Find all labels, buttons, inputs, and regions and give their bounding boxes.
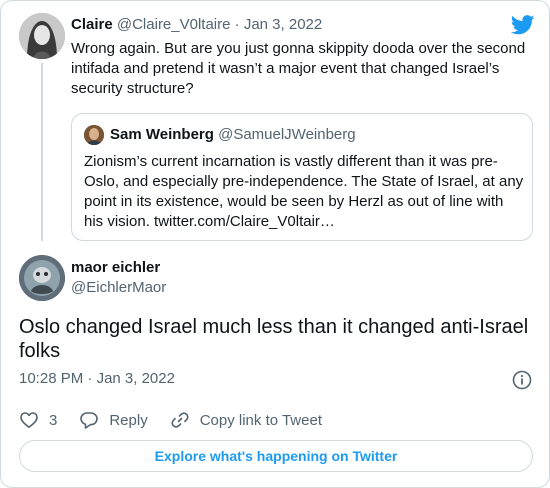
like-button[interactable]: 3 — [19, 410, 57, 430]
main-tweet-timestamp[interactable]: 10:28 PM · Jan 3, 2022 — [19, 370, 175, 387]
quoted-tweet[interactable]: Sam Weinberg @SamuelJWeinberg Zionism’s … — [71, 113, 533, 241]
link-icon — [171, 412, 189, 428]
quoted-author-handle: @SamuelJWeinberg — [218, 126, 356, 143]
speech-bubble-icon — [80, 412, 99, 429]
avatar-claire[interactable] — [19, 13, 65, 59]
parent-tweet-header: Claire @Claire_V0ltaire · Jan 3, 2022 — [71, 16, 322, 33]
parent-author-handle[interactable]: @Claire_V0ltaire — [117, 16, 231, 33]
twitter-bird-icon[interactable] — [511, 15, 535, 35]
thread-connector-line — [41, 63, 43, 241]
main-tweet-time: 10:28 PM — [19, 370, 84, 387]
parent-author-name[interactable]: Claire — [71, 16, 113, 33]
explore-twitter-button[interactable]: Explore what's happening on Twitter — [19, 440, 533, 472]
parent-date[interactable]: Jan 3, 2022 — [244, 16, 322, 33]
avatar-sam-weinberg — [84, 125, 104, 145]
main-author-name[interactable]: maor eichler — [71, 259, 160, 276]
reply-label: Reply — [109, 411, 148, 429]
quoted-tweet-header: Sam Weinberg @SamuelJWeinberg — [110, 126, 356, 143]
avatar-maor-eichler[interactable] — [19, 255, 65, 301]
parent-separator: · — [234, 16, 240, 33]
like-count: 3 — [49, 411, 58, 429]
main-tweet-text: Oslo changed Israel much less than it ch… — [19, 316, 529, 362]
quoted-author-name: Sam Weinberg — [110, 126, 214, 143]
embedded-tweet-card: Claire @Claire_V0ltaire · Jan 3, 2022 Wr… — [0, 0, 550, 488]
tweet-actions: 3 Reply Copy link to Tweet — [19, 407, 322, 433]
quoted-tweet-text: Zionism’s current incarnation is vastly … — [84, 153, 524, 230]
main-author-handle[interactable]: @EichlerMaor — [71, 279, 166, 296]
reply-button[interactable]: Reply — [79, 410, 148, 430]
parent-tweet-text: Wrong again. But are you just gonna skip… — [71, 40, 526, 97]
info-icon[interactable] — [512, 370, 532, 390]
copy-link-button[interactable]: Copy link to Tweet — [170, 410, 322, 430]
main-tweet-date: Jan 3, 2022 — [96, 370, 175, 387]
main-tweet-separator: · — [87, 370, 93, 387]
heart-icon — [20, 412, 38, 428]
copy-link-label: Copy link to Tweet — [199, 411, 322, 429]
